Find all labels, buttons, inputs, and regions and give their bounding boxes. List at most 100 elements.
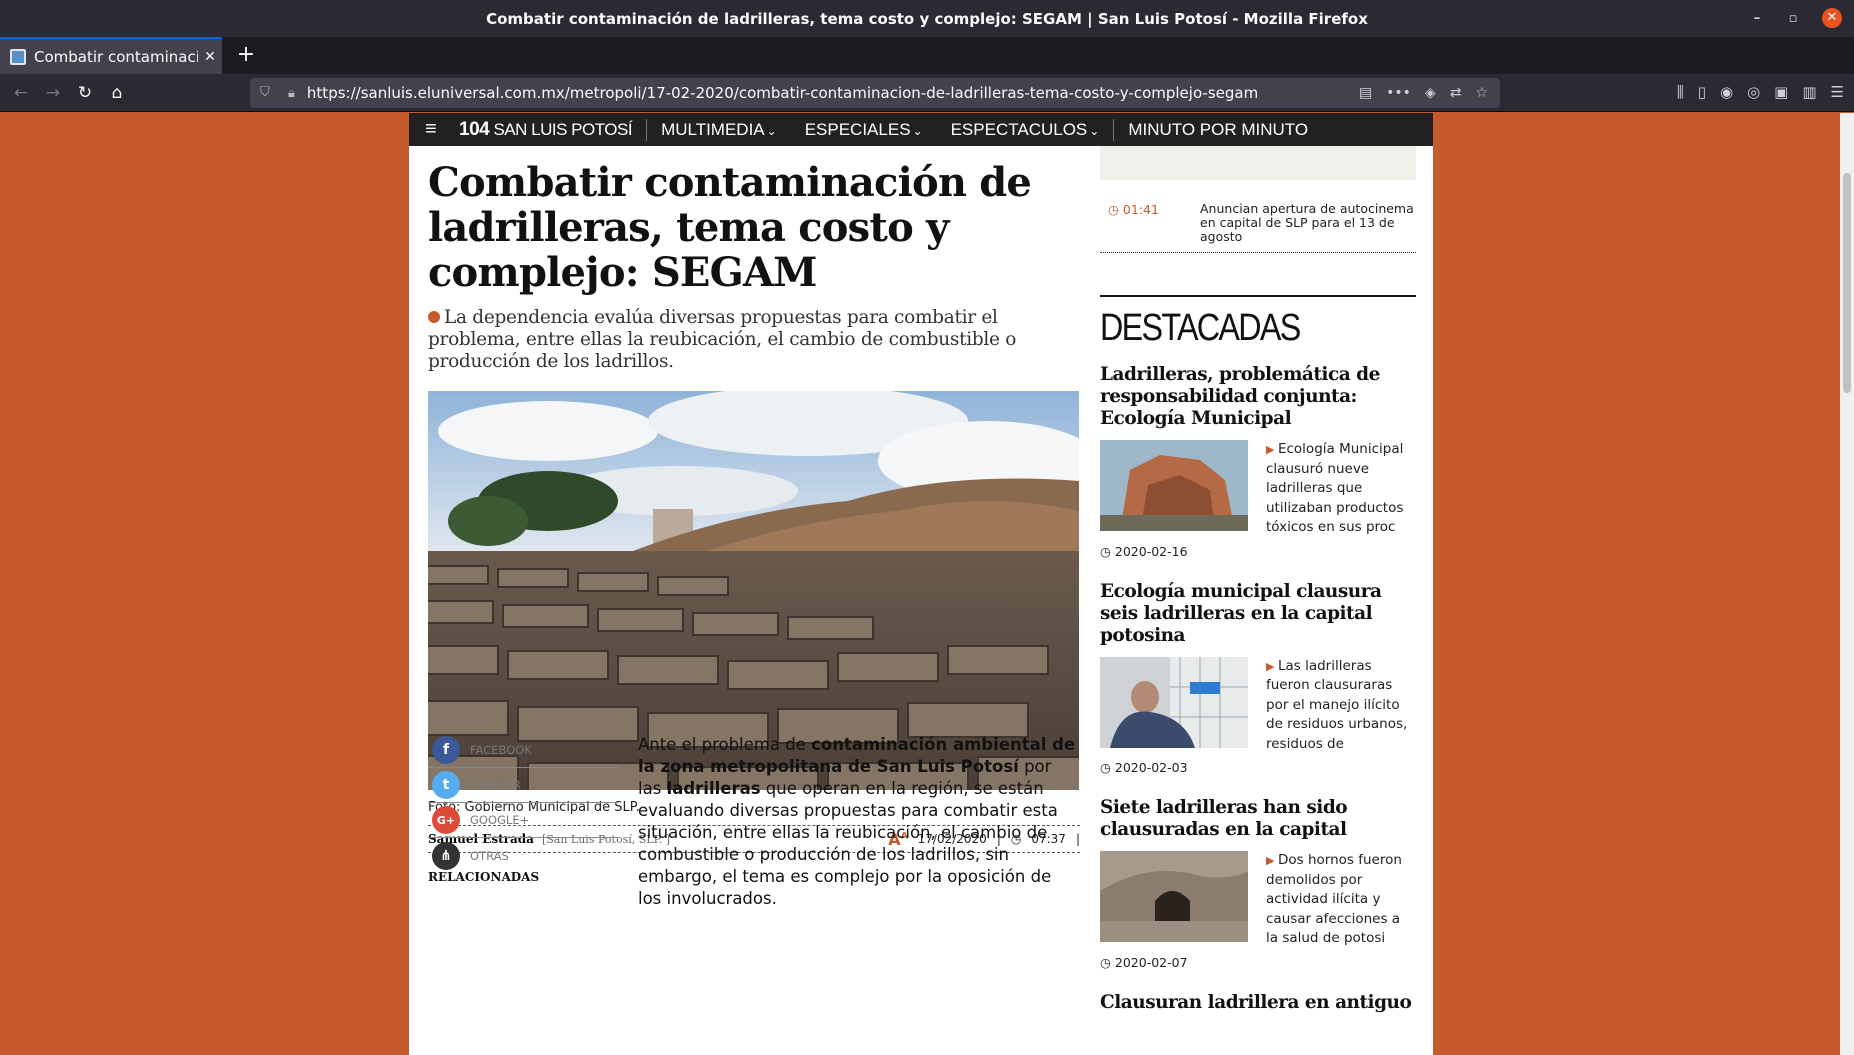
destacada-title[interactable]: Ladrilleras, problemática de responsabil… — [1100, 364, 1416, 430]
destacada-item[interactable]: Ladrilleras, problemática de responsabil… — [1100, 364, 1416, 559]
summary-bullet — [428, 311, 440, 323]
tab-strip: Combatir contaminación ✕ + — [0, 37, 1854, 74]
tracking-shield-icon[interactable]: ⛉ — [260, 85, 276, 101]
tab-close-icon[interactable]: ✕ — [198, 49, 222, 65]
destacada-date-value: 2020-02-16 — [1114, 543, 1188, 559]
destacada-title[interactable]: Siete ladrilleras han sido clausuradas e… — [1100, 797, 1416, 841]
nav-multimedia-label: MULTIMEDIA — [661, 119, 765, 139]
page-scrollbar[interactable] — [1840, 113, 1854, 1055]
share-google-plus[interactable]: G+ GOOGLE+ — [428, 803, 618, 838]
destacada-desc: ▶ Ecología Municipal clausuró nueve ladr… — [1266, 440, 1416, 538]
sidebar: ◷ 01:41 Anuncian apertura de autocinema … — [1100, 146, 1416, 1014]
reload-icon[interactable]: ↻ — [72, 80, 98, 106]
favicon-icon — [10, 48, 26, 65]
destacada-title[interactable]: Ecología municipal clausura seis ladrill… — [1100, 581, 1416, 647]
minuto-text[interactable]: Anuncian apertura de autocinema en capit… — [1200, 202, 1416, 244]
article-photo[interactable] — [428, 391, 1079, 790]
body-text-3: que operan en la región, se están evalua… — [638, 779, 1058, 908]
nav-espectaculos[interactable]: ESPECTACULOS ⌄ — [937, 120, 1114, 140]
extension-2-icon[interactable]: ▣ — [1774, 83, 1788, 101]
forward-icon[interactable]: → — [40, 80, 66, 106]
destacada-date-value: 2020-02-07 — [1114, 954, 1188, 970]
minuto-item[interactable]: ◷ 01:41 Anuncian apertura de autocinema … — [1100, 202, 1416, 253]
destacada-item[interactable]: Clausuran ladrillera en antiguo — [1100, 992, 1416, 1014]
site-navbar: ≡ 104 SAN LUIS POTOSÍ MULTIMEDIA ⌄ ESPECI… — [409, 113, 1433, 146]
nav-especiales-label: ESPECIALES — [804, 119, 911, 139]
share-otras[interactable]: ⋔ OTRAS — [428, 838, 618, 873]
tab-label: Combatir contaminación — [34, 47, 198, 66]
site-logo[interactable]: 104 SAN LUIS POTOSÍ — [459, 118, 648, 141]
destacada-thumbnail[interactable] — [1100, 656, 1248, 748]
minimize-icon[interactable]: – — [1750, 11, 1764, 26]
address-bar[interactable]: ⛉ 🔒︎ https://sanluis.eluniversal.com.mx/… — [250, 78, 1500, 108]
account-icon[interactable]: ◉ — [1720, 83, 1733, 101]
destacada-desc-text: Ecología Municipal clausuró nueve ladril… — [1266, 441, 1404, 535]
summary-text: La dependencia evalúa diversas propuesta… — [428, 307, 1017, 372]
related-heading: RELACIONADAS — [428, 870, 540, 884]
arrow-right-icon: ▶ — [1266, 659, 1278, 673]
clock-icon: ◷ — [1100, 543, 1115, 559]
window-titlebar: Combatir contaminación de ladrilleras, t… — [0, 0, 1854, 37]
destacada-desc-text: Las ladrilleras fueron clausuraras por e… — [1266, 657, 1408, 752]
worker-thumbnail — [1100, 656, 1248, 748]
destacada-thumbnail[interactable] — [1100, 440, 1248, 531]
destacada-title[interactable]: Clausuran ladrillera en antiguo — [1100, 992, 1416, 1014]
share-google-label: GOOGLE+ — [470, 813, 530, 827]
nav-espectaculos-label: ESPECTACULOS — [950, 119, 1088, 139]
close-window-icon[interactable]: ✕ — [1822, 8, 1842, 28]
scrollbar-thumb[interactable] — [1843, 173, 1851, 393]
window-controls: – ▫ ✕ — [1750, 8, 1842, 28]
body-text-1: Ante el problema de — [638, 735, 812, 754]
browser-tab[interactable]: Combatir contaminación ✕ — [0, 37, 222, 74]
toolbar-right-icons: ⫼ ▯ ◉ ◎ ▣ ▥ ☰ — [1677, 83, 1844, 101]
reader-view-icon[interactable]: ▤ — [1359, 85, 1372, 101]
library-icon[interactable]: ⫼ — [1677, 83, 1684, 101]
body-bold-2: ladrilleras — [666, 779, 761, 798]
new-tab-button[interactable]: + — [232, 41, 260, 69]
share-panel: f FACEBOOK t TWITTER G+ GOOGLE+ ⋔ OTRAS — [428, 733, 618, 873]
page-actions-icon[interactable]: ••• — [1386, 85, 1411, 101]
back-icon[interactable]: ← — [8, 80, 34, 106]
article-headline: Combatir contaminación de ladrilleras, t… — [428, 159, 1032, 296]
arrow-right-icon: ▶ — [1266, 443, 1278, 456]
destacada-date: ◷ 2020-02-16 — [1100, 544, 1416, 559]
clock-icon: ◷ — [1100, 954, 1115, 970]
extension-icon[interactable]: ◎ — [1747, 83, 1760, 101]
chevron-down-icon: ⌄ — [912, 123, 923, 138]
navigation-toolbar: ← → ↻ ⌂ ⛉ 🔒︎ https://sanluis.eluniversal… — [0, 74, 1854, 112]
destacadas-divider — [1100, 295, 1416, 297]
web-page: ≡ 104 SAN LUIS POTOSÍ MULTIMEDIA ⌄ ESPECI… — [409, 113, 1433, 1055]
share-otras-label: OTRAS — [470, 848, 509, 863]
hamburger-menu-icon[interactable]: ≡ — [425, 118, 449, 141]
destacada-item[interactable]: Ecología municipal clausura seis ladrill… — [1100, 581, 1416, 775]
maximize-icon[interactable]: ▫ — [1786, 11, 1800, 26]
bookmark-star-icon[interactable]: ☆ — [1475, 85, 1488, 101]
logo-number: 104 — [459, 118, 490, 140]
translate-icon[interactable]: ⇄ — [1450, 85, 1462, 101]
menu-icon[interactable]: ☰ — [1831, 83, 1844, 101]
arrow-right-icon: ▶ — [1266, 854, 1278, 867]
lock-icon[interactable]: 🔒︎ — [288, 86, 295, 101]
pocket-icon[interactable]: ◈ — [1425, 85, 1436, 101]
minuto-time-value: 01:41 — [1122, 202, 1159, 217]
destacada-date: ◷ 2020-02-03 — [1100, 760, 1416, 775]
destacada-desc: ▶ Dos hornos fueron demolidos por activi… — [1266, 851, 1416, 949]
share-nodes-icon: ⋔ — [432, 841, 460, 870]
sidebar-icon[interactable]: ▯ — [1698, 83, 1706, 101]
destacada-item[interactable]: Siete ladrilleras han sido clausuradas e… — [1100, 797, 1416, 970]
nav-especiales[interactable]: ESPECIALES ⌄ — [791, 120, 937, 140]
nav-multimedia[interactable]: MULTIMEDIA ⌄ — [647, 120, 791, 140]
destacada-date-value: 2020-02-03 — [1114, 760, 1188, 775]
logo-text: SAN LUIS POTOSÍ — [493, 119, 633, 139]
chevron-down-icon: ⌄ — [766, 123, 777, 138]
extension-3-icon[interactable]: ▥ — [1802, 83, 1816, 101]
nav-minuto-por-minuto[interactable]: MINUTO POR MINUTO — [1114, 120, 1322, 140]
destacada-desc-text: Dos hornos fueron demolidos por activida… — [1266, 852, 1402, 946]
destacada-thumbnail[interactable] — [1100, 851, 1248, 942]
share-twitter-label: TWITTER — [470, 778, 521, 792]
url-text[interactable]: https://sanluis.eluniversal.com.mx/metro… — [307, 84, 1359, 102]
share-twitter[interactable]: t TWITTER — [428, 768, 618, 803]
home-icon[interactable]: ⌂ — [104, 80, 130, 106]
google-plus-icon: G+ — [432, 806, 460, 834]
share-facebook[interactable]: f FACEBOOK — [428, 733, 618, 768]
